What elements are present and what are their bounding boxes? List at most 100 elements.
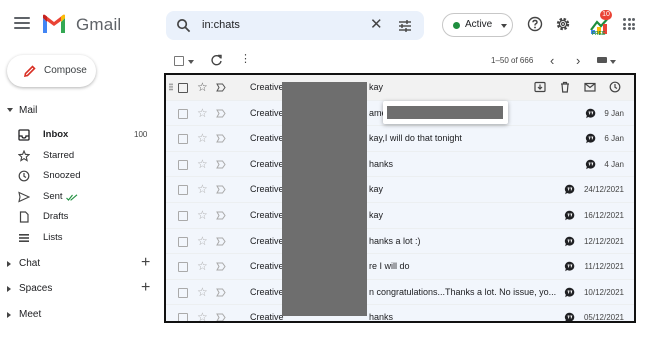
- more-options-icon[interactable]: ⋮: [240, 53, 251, 65]
- table-row[interactable]: ☆ Creative hanks a lot :) 12/12/2021: [166, 228, 634, 255]
- sidebar-item-label: Sent: [43, 191, 63, 202]
- clear-search-icon[interactable]: ✕: [370, 17, 383, 33]
- important-marker-icon[interactable]: [216, 211, 226, 220]
- important-marker-icon[interactable]: [216, 288, 226, 297]
- chat-bubble-icon: [564, 236, 575, 246]
- next-page-icon[interactable]: ›: [576, 53, 580, 68]
- mark-unread-icon[interactable]: [584, 81, 596, 93]
- sidebar-item-starred[interactable]: Starred: [0, 146, 160, 166]
- row-checkbox[interactable]: [178, 185, 188, 196]
- email-snippet: n congratulations...Thanks a lot. No iss…: [369, 286, 557, 297]
- chat-section-header[interactable]: Chat +: [0, 254, 160, 271]
- star-icon[interactable]: ☆: [197, 285, 208, 299]
- spaces-section-header[interactable]: Spaces +: [0, 279, 160, 296]
- email-snippet: re I will do: [369, 261, 410, 272]
- email-sender: Creative: [250, 235, 284, 246]
- important-marker-icon[interactable]: [216, 109, 226, 118]
- table-row[interactable]: ☆ Creative kay 24/12/2021: [166, 177, 634, 203]
- table-row[interactable]: ☆ Creative hanks 4 Jan: [166, 151, 634, 178]
- email-date: 12/12/2021: [583, 236, 624, 246]
- select-options-chevron-icon[interactable]: [188, 60, 194, 64]
- table-row[interactable]: ☆ Creative hanks 05/12/2021: [166, 305, 634, 322]
- star-icon[interactable]: ☆: [197, 310, 208, 321]
- apps-grid-icon[interactable]: [623, 18, 635, 30]
- email-sender: Creative: [250, 210, 284, 220]
- sidebar-item-drafts[interactable]: Drafts: [0, 207, 160, 227]
- table-row[interactable]: ☆ Creative kay 16/12/2021: [166, 203, 634, 229]
- chat-bubble-icon: [564, 210, 575, 221]
- star-icon[interactable]: ☆: [197, 131, 208, 145]
- sidebar-item-inbox[interactable]: Inbox 100: [0, 125, 160, 145]
- email-sender: Creative: [250, 107, 284, 118]
- important-marker-icon[interactable]: [216, 83, 226, 92]
- list-toolbar: ⋮ 1–50 of 666 ‹ ›: [166, 52, 640, 70]
- drag-handle-icon[interactable]: [169, 83, 173, 91]
- important-marker-icon[interactable]: [216, 134, 226, 143]
- important-marker-icon[interactable]: [216, 237, 226, 246]
- row-checkbox[interactable]: [178, 134, 188, 145]
- status-dropdown[interactable]: Active: [442, 13, 513, 37]
- star-icon[interactable]: ☆: [197, 259, 208, 273]
- row-checkbox[interactable]: [178, 262, 188, 273]
- sidebar-item-sent[interactable]: Sent: [0, 187, 160, 207]
- star-icon[interactable]: ☆: [197, 157, 208, 171]
- star-icon[interactable]: ☆: [197, 182, 208, 196]
- search-input[interactable]: in:chats: [202, 19, 240, 31]
- email-date: 24/12/2021: [583, 185, 624, 195]
- select-all-checkbox[interactable]: [174, 56, 184, 66]
- redacted-tooltip-content: [387, 106, 503, 119]
- inbox-count: 100: [134, 130, 148, 139]
- star-icon[interactable]: ☆: [197, 208, 208, 222]
- table-row[interactable]: ☆ Creative re I will do 11/12/2021: [166, 254, 634, 280]
- star-icon[interactable]: ☆: [197, 106, 208, 120]
- important-marker-icon[interactable]: [216, 160, 226, 169]
- input-tools-icon[interactable]: [597, 57, 607, 63]
- row-checkbox[interactable]: [178, 287, 188, 298]
- help-icon[interactable]: [527, 16, 543, 32]
- delete-icon[interactable]: [559, 81, 571, 93]
- search-options-icon[interactable]: [398, 19, 412, 33]
- snooze-clock-icon[interactable]: [609, 81, 621, 93]
- extension-free-label: FREE: [592, 31, 606, 37]
- email-snippet: kay,I will do that tonight: [369, 133, 462, 144]
- star-icon[interactable]: ☆: [197, 234, 208, 248]
- active-status-dot: [453, 22, 460, 29]
- important-marker-icon[interactable]: [216, 185, 226, 194]
- add-space-icon[interactable]: +: [141, 279, 150, 297]
- email-date: 6 Jan: [604, 134, 624, 144]
- row-checkbox[interactable]: [178, 108, 188, 119]
- search-bar[interactable]: in:chats ✕: [166, 11, 424, 40]
- chat-bubble-icon: [564, 261, 575, 272]
- row-checkbox[interactable]: [178, 236, 188, 247]
- pagination-range[interactable]: 1–50 of 666: [491, 56, 533, 65]
- app-title[interactable]: Gmail: [76, 15, 121, 35]
- archive-icon[interactable]: [534, 81, 546, 93]
- chevron-down-icon[interactable]: [610, 60, 616, 64]
- row-checkbox[interactable]: [178, 313, 188, 321]
- email-sender: Creative: [250, 82, 284, 92]
- important-marker-icon[interactable]: [216, 262, 226, 271]
- table-row[interactable]: ☆ Creative kay,I will do that tonight 6 Jan: [166, 126, 634, 152]
- meet-section-header[interactable]: Meet: [0, 309, 160, 321]
- draft-icon: [19, 211, 29, 223]
- email-date: 9 Jan: [604, 108, 624, 118]
- row-checkbox[interactable]: [178, 159, 188, 170]
- gear-icon[interactable]: [555, 16, 571, 32]
- sidebar-item-lists[interactable]: Lists: [0, 228, 160, 248]
- search-icon[interactable]: [176, 18, 191, 33]
- star-icon[interactable]: ☆: [197, 80, 208, 94]
- table-row[interactable]: ☆ Creative n congratulations...Thanks a lo…: [166, 279, 634, 306]
- row-checkbox[interactable]: [178, 211, 188, 221]
- compose-button[interactable]: Compose: [7, 55, 96, 87]
- add-chat-icon[interactable]: +: [141, 254, 150, 272]
- chat-bubble-icon: [585, 133, 596, 144]
- inbox-icon: [18, 129, 30, 141]
- main-menu-icon[interactable]: [14, 17, 30, 31]
- email-date: 4 Jan: [604, 159, 624, 169]
- sidebar-item-snoozed[interactable]: Snoozed: [0, 166, 160, 186]
- email-snippet: kay: [369, 82, 384, 92]
- row-checkbox[interactable]: [178, 83, 188, 93]
- important-marker-icon[interactable]: [216, 313, 226, 322]
- previous-page-icon[interactable]: ‹: [550, 53, 554, 68]
- refresh-icon[interactable]: [210, 54, 223, 67]
